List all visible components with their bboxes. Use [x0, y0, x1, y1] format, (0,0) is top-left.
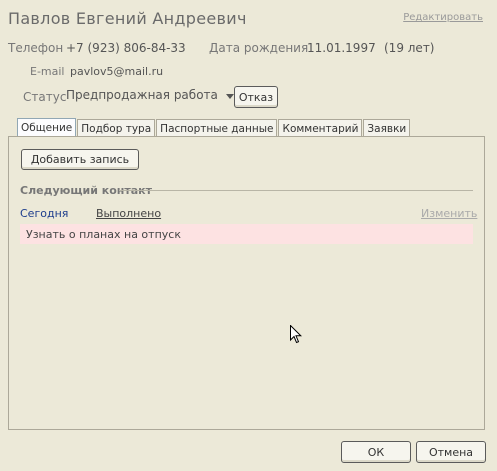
- phone-value: +7 (923) 806-84-33: [66, 41, 186, 55]
- task-text: Узнать о планах на отпуск: [26, 227, 181, 241]
- change-link[interactable]: Изменить: [421, 207, 477, 220]
- reject-button[interactable]: Отказ: [234, 86, 278, 108]
- tab-requests[interactable]: Заявки: [363, 119, 411, 137]
- edit-link[interactable]: Редактировать: [403, 12, 483, 23]
- status-label: Статус: [23, 90, 67, 104]
- email-value: pavlov5@mail.ru: [70, 65, 164, 78]
- ok-button[interactable]: ОК: [341, 441, 411, 463]
- cursor-icon: [290, 325, 302, 344]
- tab-panel: [8, 136, 485, 430]
- birth-date-label: Дата рождения: [209, 41, 309, 55]
- email-label: E-mail: [30, 65, 65, 78]
- cancel-button[interactable]: Отмена: [416, 441, 486, 463]
- phone-label: Телефон: [8, 41, 64, 55]
- status-select[interactable]: Предпродажная работа: [66, 88, 234, 102]
- next-contact-task: Узнать о планах на отпуск: [20, 224, 473, 244]
- client-name: Павлов Евгений Андреевич: [8, 9, 247, 28]
- chevron-down-icon: [225, 93, 234, 99]
- section-divider: [119, 190, 473, 191]
- birth-date-value: 11.01.1997: [307, 41, 376, 55]
- tab-comment[interactable]: Комментарий: [278, 119, 363, 137]
- tab-passport-data[interactable]: Паспортные данные: [156, 119, 278, 137]
- add-record-button[interactable]: Добавить запись: [21, 149, 139, 170]
- next-contact-date: Сегодня: [20, 207, 69, 220]
- tab-communication[interactable]: Общение: [17, 118, 77, 137]
- status-value: Предпродажная работа: [66, 88, 218, 102]
- tab-tour-selection[interactable]: Подбор тура: [77, 119, 156, 137]
- age-value: (19 лет): [384, 41, 435, 55]
- mark-done-link[interactable]: Выполнено: [96, 207, 161, 220]
- tab-bar: Общение Подбор тура Паспортные данные Ко…: [17, 118, 411, 137]
